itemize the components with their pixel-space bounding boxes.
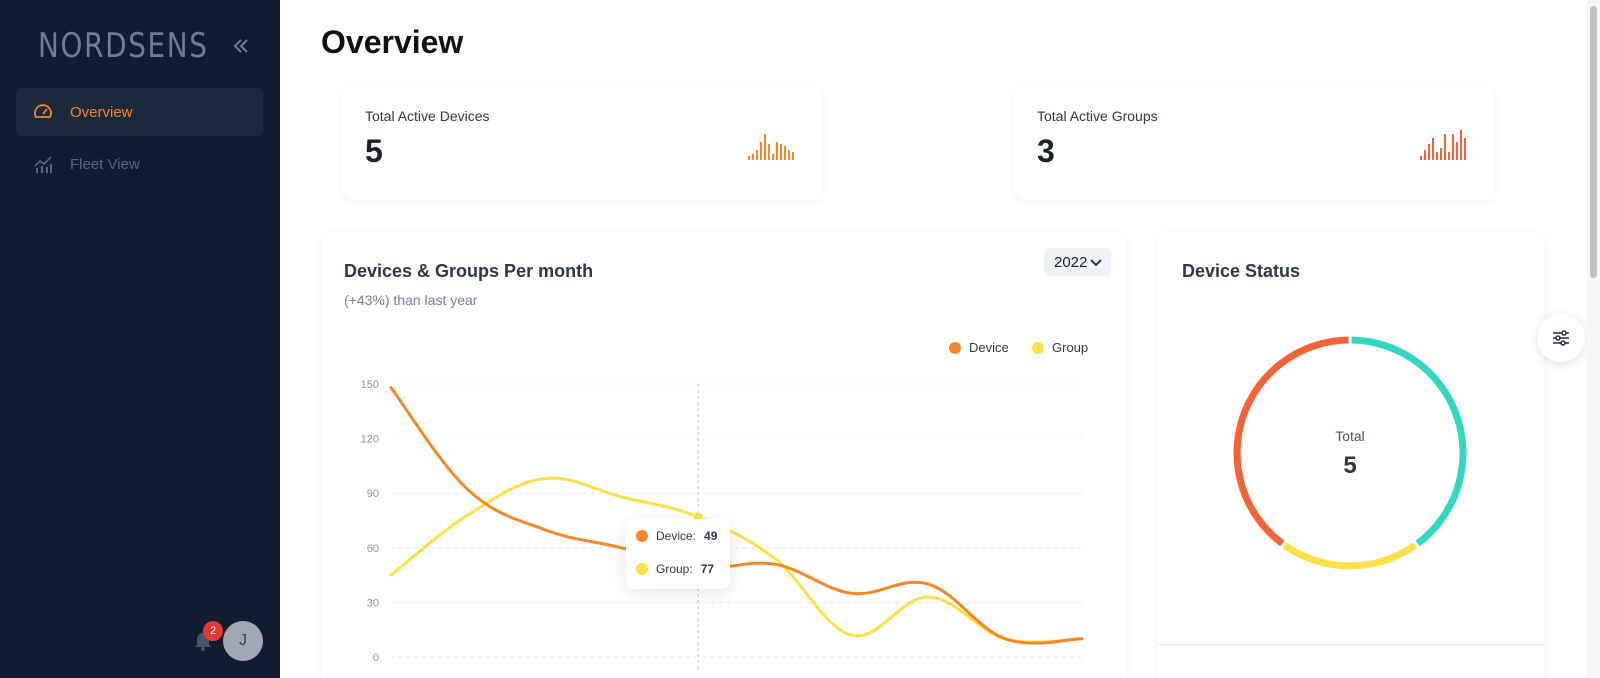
series-line-group [389, 476, 1084, 644]
y-tick-label: 120 [361, 434, 379, 446]
y-tick-label: 150 [361, 379, 379, 391]
series-line-device [389, 386, 1084, 645]
tooltip-swatch [636, 563, 648, 575]
settings-fab[interactable] [1537, 314, 1585, 362]
tooltip-value: 49 [704, 529, 718, 543]
chart-tooltip: Device: 49 Group: 77 [626, 519, 730, 589]
sliders-icon [1553, 330, 1569, 346]
tooltip-label: Device: [656, 529, 697, 543]
tooltip-row-device: Device: 49 [636, 529, 717, 543]
tooltip-row-group: Group: 77 [636, 562, 714, 576]
y-tick-label: 0 [373, 652, 379, 664]
donut-slice-warning [1282, 542, 1418, 570]
tooltip-swatch [636, 530, 648, 542]
y-tick-label: 30 [367, 597, 379, 609]
donut-total-label: Total [1335, 428, 1365, 444]
y-tick-label: 60 [367, 543, 379, 555]
scrollbar-thumb[interactable] [1590, 6, 1597, 278]
tooltip-value: 77 [700, 562, 715, 576]
status-title: Device Status [1182, 261, 1301, 281]
divider [1158, 644, 1544, 645]
donut-total-value: 5 [1343, 452, 1357, 479]
y-tick-label: 90 [367, 488, 379, 500]
tooltip-label: Group: [656, 562, 693, 576]
